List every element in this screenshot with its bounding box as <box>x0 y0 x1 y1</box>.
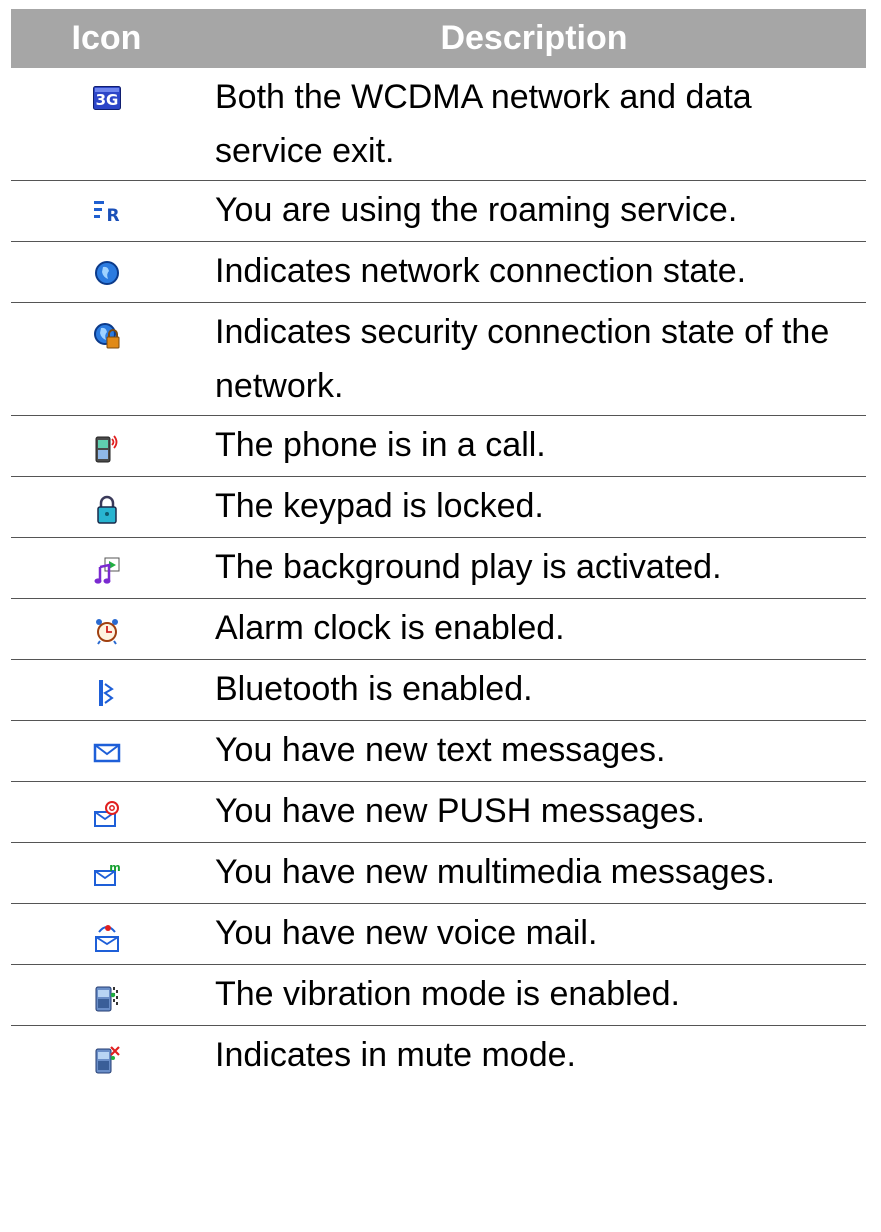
bluetooth-icon <box>98 680 114 706</box>
description-text: You are using the roaming service. <box>215 191 738 229</box>
table-row: 3G Both the WCDMA network and data servi… <box>11 68 866 181</box>
description-text: Indicates network connection state. <box>215 252 747 290</box>
svg-text:m: m <box>109 861 120 874</box>
background-play-icon <box>94 557 119 584</box>
table-row: The phone is in a call. <box>11 416 866 477</box>
icon-cell <box>11 965 202 1026</box>
table-row: m You have new multimedia messages. <box>11 843 866 904</box>
icon-cell: R <box>11 181 202 242</box>
mute-mode-icon <box>95 1046 120 1074</box>
3g-icon: 3G <box>92 86 121 110</box>
roaming-icon: R <box>93 201 119 223</box>
icon-cell <box>11 782 202 843</box>
keypad-lock-icon <box>96 495 117 524</box>
icon-cell <box>11 538 202 599</box>
table-row: Alarm clock is enabled. <box>11 599 866 660</box>
icon-cell <box>11 303 202 416</box>
alarm-clock-icon <box>95 619 118 645</box>
table-row: The background play is activated. <box>11 538 866 599</box>
table-row: Indicates security connection state of t… <box>11 303 866 416</box>
icon-cell <box>11 477 202 538</box>
icon-cell <box>11 660 202 721</box>
svg-text:3G: 3G <box>95 91 118 109</box>
table-row: Bluetooth is enabled. <box>11 660 866 721</box>
table-row: The vibration mode is enabled. <box>11 965 866 1026</box>
table-row: You have new voice mail. <box>11 904 866 965</box>
icon-cell <box>11 904 202 965</box>
globe-icon <box>94 261 119 285</box>
table-row: The keypad is locked. <box>11 477 866 538</box>
description-column-header: Description <box>202 9 866 68</box>
description-text: The background play is activated. <box>215 548 722 586</box>
phone-call-icon <box>95 435 117 463</box>
icon-cell <box>11 416 202 477</box>
icon-cell <box>11 242 202 303</box>
table-row: You have new text messages. <box>11 721 866 782</box>
description-text: You have new text messages. <box>215 731 666 769</box>
icon-cell <box>11 1026 202 1087</box>
description-text: The phone is in a call. <box>215 426 546 464</box>
description-text: You have new PUSH messages. <box>215 792 706 830</box>
table-row: R You are using the roaming service. <box>11 181 866 242</box>
description-text: Indicates in mute mode. <box>215 1036 576 1074</box>
description-text: Bluetooth is enabled. <box>215 670 533 708</box>
description-text: You have new multimedia messages. <box>215 853 776 891</box>
table-row: Indicates network connection state. <box>11 242 866 303</box>
description-text: Both the WCDMA network and data service … <box>215 78 752 170</box>
svg-text:R: R <box>106 206 119 223</box>
secure-globe-icon <box>93 323 119 349</box>
voice-mail-icon <box>94 925 119 952</box>
description-text: The vibration mode is enabled. <box>215 975 680 1013</box>
description-text: Indicates security connection state of t… <box>215 313 830 405</box>
multimedia-message-icon: m <box>93 861 120 886</box>
table-header-row: Icon Description <box>11 9 866 68</box>
table-row: You have new PUSH messages. <box>11 782 866 843</box>
icon-cell <box>11 721 202 782</box>
vibration-mode-icon <box>95 986 118 1012</box>
table-row: Indicates in mute mode. <box>11 1026 866 1087</box>
push-message-icon <box>93 801 119 827</box>
icon-cell: m <box>11 843 202 904</box>
description-text: Alarm clock is enabled. <box>215 609 565 647</box>
icon-table: Icon Description 3G Both the WCDMA netwo… <box>11 9 866 1086</box>
icon-cell: 3G <box>11 68 202 181</box>
description-text: The keypad is locked. <box>215 487 544 525</box>
description-text: You have new voice mail. <box>215 914 598 952</box>
icon-column-header: Icon <box>11 9 202 68</box>
text-message-icon <box>93 743 120 763</box>
icon-cell <box>11 599 202 660</box>
